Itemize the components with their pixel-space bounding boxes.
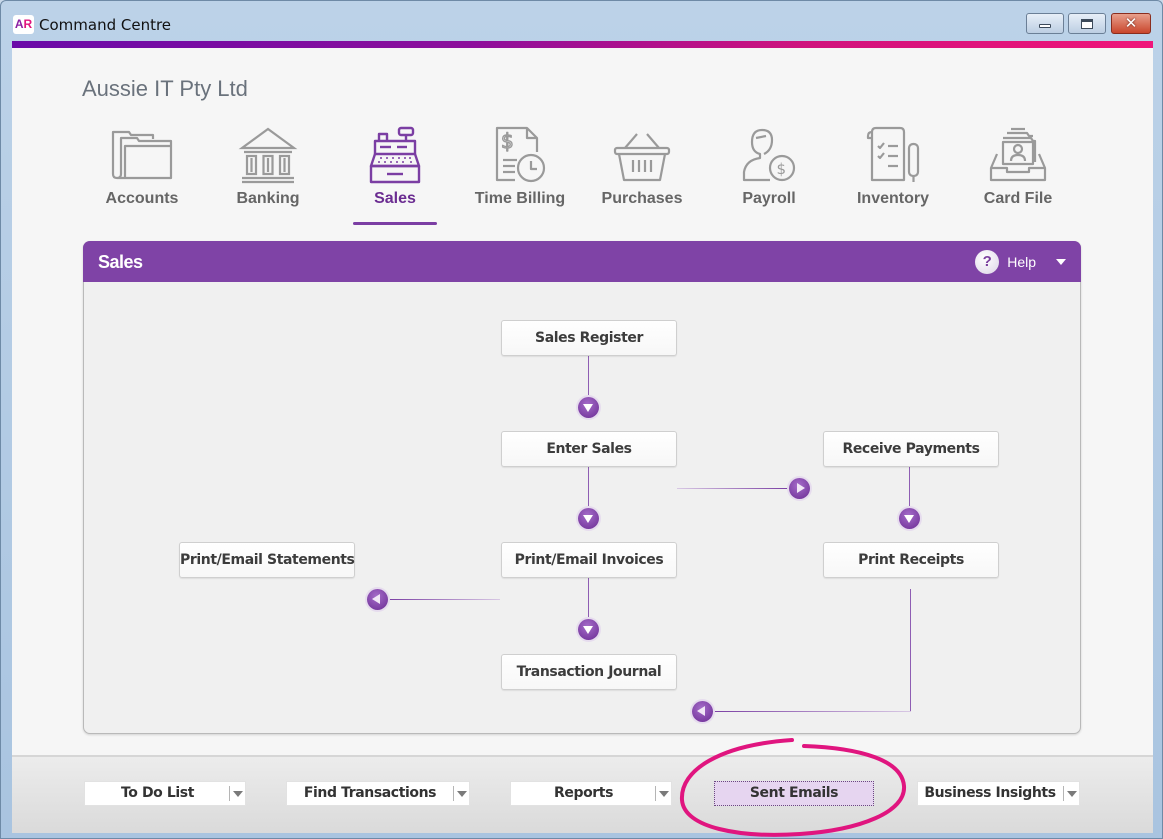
person-dollar-icon: $ xyxy=(742,128,796,182)
connector-line xyxy=(588,355,589,395)
flow-arrow-down-icon xyxy=(578,619,599,640)
panel-header: Sales ? Help xyxy=(83,241,1081,282)
nav-item-inventory[interactable]: Inventory xyxy=(833,124,953,229)
invoice-clock-icon: $ xyxy=(495,126,546,183)
bottom-toolbar: To Do List Find Transactions Reports Sen… xyxy=(12,757,1153,833)
nav-label: Purchases xyxy=(601,190,683,207)
enter-sales-button[interactable]: Enter Sales xyxy=(501,431,677,467)
flow-arrow-down-icon xyxy=(578,397,599,418)
chevron-down-icon[interactable] xyxy=(1056,259,1066,265)
help-label: Help xyxy=(1007,254,1036,270)
folder-icon xyxy=(111,130,173,180)
connector-line xyxy=(588,577,589,617)
split-divider xyxy=(229,786,230,801)
nav-item-payroll[interactable]: $ Payroll xyxy=(709,124,829,229)
sales-workflow: Sales Register Enter Sales Receive Payme… xyxy=(84,282,1082,734)
command-centre-window: AR Command Centre ✕ Aussie IT Pty Ltd Ac… xyxy=(0,0,1163,839)
sent-emails-button[interactable]: Sent Emails xyxy=(714,781,874,806)
business-insights-button[interactable]: Business Insights xyxy=(917,781,1080,806)
minimize-button[interactable] xyxy=(1026,13,1064,34)
button-label: Find Transactions xyxy=(303,785,437,801)
bank-icon xyxy=(238,127,298,184)
nav-label: Payroll xyxy=(742,190,796,207)
flow-arrow-right-icon xyxy=(789,478,810,499)
client-area: Aussie IT Pty Ltd Accounts Banking Sales… xyxy=(12,48,1153,833)
minimize-icon xyxy=(1039,24,1051,28)
svg-text:$: $ xyxy=(777,160,787,178)
nav-label: Inventory xyxy=(856,190,929,207)
nav-item-accounts[interactable]: Accounts xyxy=(82,124,202,229)
help-icon: ? xyxy=(975,250,1000,274)
flow-arrow-down-icon xyxy=(578,508,599,529)
basket-icon xyxy=(613,133,671,182)
nav-label: Sales xyxy=(374,190,416,207)
close-icon: ✕ xyxy=(1124,14,1138,32)
command-centre-nav: Accounts Banking Sales $ Time Billing Pu… xyxy=(82,124,1082,234)
svg-text:$: $ xyxy=(501,129,514,153)
button-label: Sent Emails xyxy=(749,785,839,801)
nav-label: Card File xyxy=(983,190,1053,207)
clipboard-pen-icon xyxy=(866,126,920,182)
find-transactions-button[interactable]: Find Transactions xyxy=(286,781,470,806)
connector-line xyxy=(677,488,789,489)
connector-line xyxy=(909,466,910,506)
nav-label: Time Billing xyxy=(474,190,566,207)
chevron-down-icon[interactable] xyxy=(659,791,669,797)
nav-item-sales[interactable]: Sales xyxy=(335,124,455,229)
chevron-down-icon[interactable] xyxy=(1067,791,1077,797)
sales-register-button[interactable]: Sales Register xyxy=(501,320,677,356)
receive-payments-button[interactable]: Receive Payments xyxy=(823,431,999,467)
window-title: Command Centre xyxy=(39,16,172,34)
cash-register-icon xyxy=(369,126,421,184)
flow-arrow-left-icon xyxy=(367,589,388,610)
help-button[interactable]: ? Help xyxy=(975,249,1066,275)
nav-item-card-file[interactable]: Card File xyxy=(958,124,1078,229)
split-divider xyxy=(453,786,454,801)
maximize-icon xyxy=(1081,19,1093,29)
connector-line xyxy=(388,599,500,600)
connector-line xyxy=(709,711,911,712)
split-divider xyxy=(655,786,656,801)
title-bar: AR Command Centre ✕ xyxy=(1,1,1162,41)
flow-arrow-left-icon xyxy=(692,701,713,722)
close-button[interactable]: ✕ xyxy=(1111,13,1151,34)
transaction-journal-button[interactable]: Transaction Journal xyxy=(501,654,677,690)
reports-button[interactable]: Reports xyxy=(510,781,672,806)
company-name: Aussie IT Pty Ltd xyxy=(82,76,248,101)
nav-label: Banking xyxy=(236,190,300,207)
button-label: Business Insights xyxy=(924,785,1056,801)
nav-label: Accounts xyxy=(105,190,179,207)
panel-title: Sales xyxy=(98,252,143,272)
nav-item-time-billing[interactable]: $ Time Billing xyxy=(460,124,580,229)
nav-item-purchases[interactable]: Purchases xyxy=(582,124,702,229)
sales-panel: Sales ? Help Sales Register Enter Sales … xyxy=(83,241,1081,734)
chevron-down-icon[interactable] xyxy=(457,791,467,797)
brand-gradient-bar xyxy=(12,41,1153,48)
connector-line xyxy=(588,466,589,506)
card-file-icon xyxy=(989,127,1047,182)
print-email-invoices-button[interactable]: Print/Email Invoices xyxy=(501,542,677,578)
active-tab-indicator xyxy=(353,222,437,225)
flow-arrow-down-icon xyxy=(899,508,920,529)
chevron-down-icon[interactable] xyxy=(233,791,243,797)
split-divider xyxy=(1063,786,1064,801)
nav-item-banking[interactable]: Banking xyxy=(208,124,328,229)
print-email-statements-button[interactable]: Print/Email Statements xyxy=(179,542,355,578)
maximize-button[interactable] xyxy=(1068,13,1106,34)
app-logo-icon: AR xyxy=(13,15,34,34)
to-do-list-button[interactable]: To Do List xyxy=(84,781,246,806)
connector-line xyxy=(910,589,911,712)
button-label: Reports xyxy=(553,785,614,801)
print-receipts-button[interactable]: Print Receipts xyxy=(823,542,999,578)
button-label: To Do List xyxy=(120,785,195,801)
